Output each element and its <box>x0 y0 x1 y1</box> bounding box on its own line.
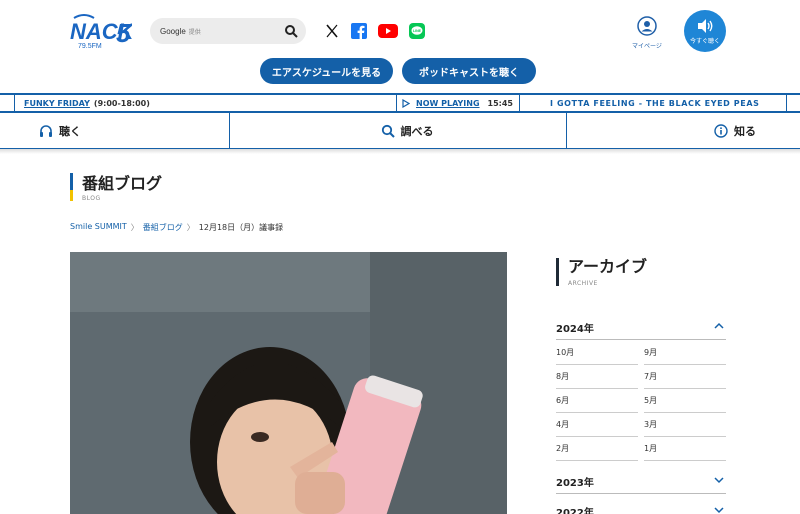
archive-month[interactable]: 5月 <box>644 389 726 413</box>
svg-text:LINE: LINE <box>413 29 422 33</box>
program-name-link[interactable]: FUNKY FRIDAY <box>24 99 90 108</box>
listen-now-button[interactable]: 今すぐ聴く <box>684 10 726 52</box>
archive-month[interactable]: 8月 <box>556 365 638 389</box>
archive-month[interactable]: 9月 <box>644 341 726 365</box>
chevron-up-icon <box>714 322 724 329</box>
search-label: Google <box>160 26 186 36</box>
breadcrumb-blog[interactable]: 番組ブログ <box>143 222 183 233</box>
x-icon[interactable] <box>323 22 341 40</box>
archive-year-2024[interactable]: 2024年 <box>556 312 726 340</box>
mypage-link[interactable]: マイページ <box>628 16 666 50</box>
svg-text:5: 5 <box>116 18 131 48</box>
now-playing-song: I GOTTA FEELING - THE BLACK EYED PEAS <box>550 98 760 108</box>
nav-search[interactable]: 調べる <box>340 113 474 148</box>
archive-month[interactable]: 1月 <box>644 437 726 461</box>
youtube-icon[interactable] <box>378 22 398 40</box>
page-subtitle: BLOG <box>82 195 101 202</box>
archive-month[interactable]: 4月 <box>556 413 638 437</box>
breadcrumb-separator: 〉 <box>130 223 139 232</box>
nav-shadow <box>0 149 800 154</box>
year-label: 2024年 <box>556 324 594 335</box>
breadcrumb: Smile SUMMIT 〉 番組ブログ 〉 12月18日（月）議事録 <box>70 222 283 233</box>
breadcrumb-current: 12月18日（月）議事録 <box>198 223 284 232</box>
archive-subtitle: ARCHIVE <box>568 280 598 287</box>
nav-know-label: 知る <box>734 124 756 138</box>
page-title: 番組ブログ <box>82 174 163 193</box>
now-playing-link[interactable]: NOW PLAYING <box>416 99 480 108</box>
archive-month[interactable]: 3月 <box>644 413 726 437</box>
year-label: 2022年 <box>556 508 594 514</box>
listen-now-label: 今すぐ聴く <box>689 38 720 45</box>
archive-title: アーカイブ <box>568 257 648 276</box>
now-playing-time: 15:45 <box>487 98 513 108</box>
podcast-button[interactable]: ポッドキャストを聴く <box>402 58 536 84</box>
title-accent-bar <box>70 173 73 201</box>
nav-search-label: 調べる <box>400 124 434 138</box>
main-nav: 聴く 調べる 知る <box>0 113 800 149</box>
program-time: (9:00-18:00) <box>93 98 150 108</box>
archive-year-2022[interactable]: 2022年 <box>556 496 726 514</box>
play-icon <box>402 98 410 108</box>
svg-text:79.5FM: 79.5FM <box>78 43 102 50</box>
user-icon <box>637 16 657 36</box>
info-icon <box>714 123 728 138</box>
archive-year-2023[interactable]: 2023年 <box>556 466 726 494</box>
chevron-down-icon <box>714 477 724 484</box>
search-icon[interactable] <box>284 24 298 38</box>
search-sub-label: 提供 <box>188 28 201 36</box>
archive-month[interactable]: 6月 <box>556 389 638 413</box>
speaker-icon <box>698 19 713 33</box>
facebook-icon[interactable] <box>350 22 368 40</box>
now-playing-bar: FUNKY FRIDAY (9:00-18:00) NOW PLAYING 15… <box>0 93 800 113</box>
archive-month[interactable]: 2月 <box>556 437 638 461</box>
nack5-logo[interactable]: NACK 5 79.5FM <box>70 12 132 50</box>
nav-listen[interactable]: 聴く <box>0 113 120 148</box>
archive-accent-bar <box>556 258 559 286</box>
headphones-icon <box>39 124 53 138</box>
search-box[interactable]: Google 提供 <box>150 18 306 44</box>
breadcrumb-home[interactable]: Smile SUMMIT <box>70 222 127 233</box>
line-icon[interactable]: LINE <box>408 22 426 40</box>
breadcrumb-separator: 〉 <box>186 223 195 232</box>
air-schedule-button[interactable]: エアスケジュールを見る <box>260 58 393 84</box>
blog-photo <box>70 252 507 514</box>
magnifier-icon <box>381 124 395 138</box>
archive-month[interactable]: 10月 <box>556 341 638 365</box>
archive-month[interactable]: 7月 <box>644 365 726 389</box>
chevron-down-icon <box>714 507 724 514</box>
nav-know[interactable]: 知る <box>690 113 780 148</box>
year-label: 2023年 <box>556 478 594 489</box>
nav-listen-label: 聴く <box>59 124 81 138</box>
mypage-label: マイページ <box>632 43 662 50</box>
